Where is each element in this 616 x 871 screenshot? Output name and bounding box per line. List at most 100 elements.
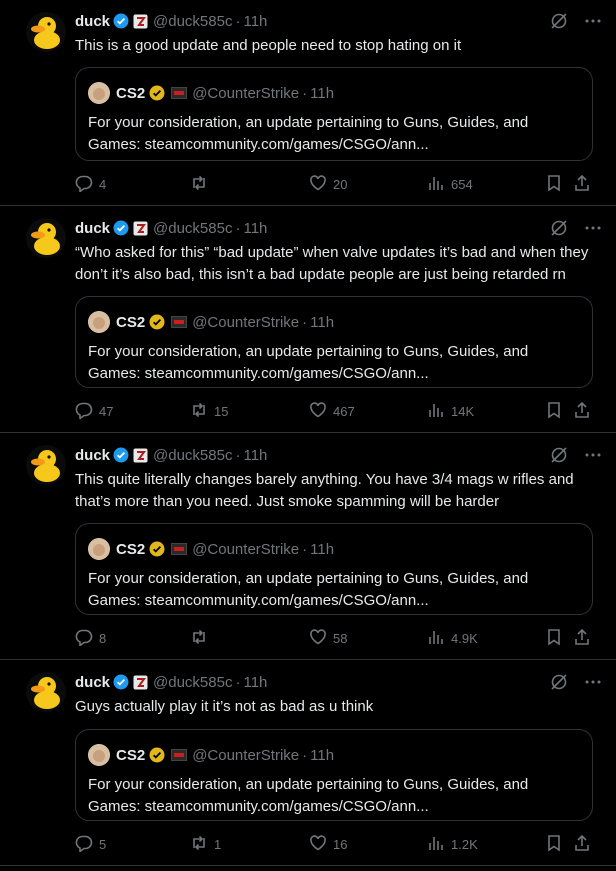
author-handle[interactable]: @duck585c <box>153 220 232 237</box>
like-count: 58 <box>333 630 348 646</box>
timestamp[interactable]: 11h <box>243 220 267 237</box>
tweet-actions: 5 1 16 1.2K <box>75 834 600 854</box>
like-count: 467 <box>333 403 355 419</box>
share-button[interactable] <box>573 628 591 649</box>
author-name[interactable]: duck <box>75 13 110 30</box>
views-icon <box>427 401 445 422</box>
author-name[interactable]: duck <box>75 674 110 691</box>
affiliate-badge-icon[interactable] <box>133 221 148 236</box>
share-button[interactable] <box>573 401 591 422</box>
avatar[interactable] <box>26 12 66 52</box>
grok-icon[interactable] <box>550 673 568 696</box>
grok-icon[interactable] <box>550 219 568 242</box>
share-button[interactable] <box>573 834 591 855</box>
separator-dot: · <box>302 313 308 331</box>
like-button[interactable]: 467 <box>309 401 355 422</box>
verified-badge-icon <box>113 674 129 690</box>
quoted-timestamp: 11h <box>310 313 335 331</box>
quoted-tweet[interactable]: CS2 @CounterStrike · 11h For your consid… <box>75 729 593 821</box>
quoted-author-name: CS2 <box>116 540 146 558</box>
bookmark-button[interactable] <box>545 834 563 855</box>
more-icon[interactable] <box>584 673 602 696</box>
quoted-tweet[interactable]: CS2 @CounterStrike · 11h For your consid… <box>75 296 593 388</box>
quoted-tweet-text: For your consideration, an update pertai… <box>88 776 529 815</box>
tweet-actions: 4 20 654 <box>75 174 600 194</box>
views-button[interactable]: 1.2K <box>427 834 478 855</box>
grok-icon[interactable] <box>550 12 568 35</box>
tweet-header: duck @duck585c · 11h <box>75 11 267 31</box>
gold-verified-badge-icon <box>149 314 165 330</box>
views-count: 654 <box>451 176 473 192</box>
quoted-timestamp: 11h <box>310 746 335 764</box>
repost-button[interactable] <box>190 628 214 649</box>
reply-icon <box>75 174 93 195</box>
share-button[interactable] <box>573 174 591 195</box>
tweet[interactable]: duck @duck585c · 11h Guys actually play … <box>0 660 616 866</box>
quoted-avatar <box>88 311 110 333</box>
like-icon <box>309 401 327 422</box>
quoted-tweet[interactable]: CS2 @CounterStrike · 11h For your consid… <box>75 523 593 615</box>
bookmark-button[interactable] <box>545 174 563 195</box>
reply-count: 8 <box>99 630 107 646</box>
affiliate-badge-icon[interactable] <box>133 675 148 690</box>
bookmark-button[interactable] <box>545 401 563 422</box>
like-button[interactable]: 58 <box>309 628 347 649</box>
reply-icon <box>75 401 93 422</box>
author-handle[interactable]: @duck585c <box>153 13 232 30</box>
author-name[interactable]: duck <box>75 220 110 237</box>
affiliate-badge-icon[interactable] <box>133 14 148 29</box>
views-button[interactable]: 14K <box>427 401 474 422</box>
like-button[interactable]: 20 <box>309 174 347 195</box>
timestamp[interactable]: 11h <box>243 13 267 30</box>
quoted-tweet-header: CS2 @CounterStrike · 11h <box>88 311 334 333</box>
separator-dot: · <box>235 219 241 237</box>
views-count: 14K <box>451 403 475 419</box>
avatar[interactable] <box>26 218 66 258</box>
reply-button[interactable]: 8 <box>75 628 106 649</box>
tweet-text: “Who asked for this” “bad update” when v… <box>75 244 589 283</box>
quoted-tweet[interactable]: CS2 @CounterStrike · 11h For your consid… <box>75 67 593 161</box>
more-icon[interactable] <box>584 219 602 242</box>
affiliate-badge-icon <box>171 316 188 328</box>
affiliate-badge-icon <box>171 87 188 99</box>
more-icon[interactable] <box>584 446 602 469</box>
quoted-tweet-header: CS2 @CounterStrike · 11h <box>88 538 334 560</box>
like-button[interactable]: 16 <box>309 834 347 855</box>
author-handle[interactable]: @duck585c <box>153 674 232 691</box>
avatar[interactable] <box>26 672 66 712</box>
repost-button[interactable]: 1 <box>190 834 221 855</box>
reply-button[interactable]: 47 <box>75 401 113 422</box>
tweet[interactable]: duck @duck585c · 11h This quite literall… <box>0 433 616 660</box>
grok-icon[interactable] <box>550 446 568 469</box>
views-button[interactable]: 654 <box>427 174 473 195</box>
like-icon <box>309 628 327 649</box>
separator-dot: · <box>302 746 308 764</box>
tweet[interactable]: duck @duck585c · 11h This is a good upda… <box>0 0 616 206</box>
views-count: 1.2K <box>451 836 478 852</box>
author-name[interactable]: duck <box>75 447 110 464</box>
timestamp[interactable]: 11h <box>243 447 267 464</box>
tweet-header: duck @duck585c · 11h <box>75 672 267 692</box>
bookmark-button[interactable] <box>545 628 563 649</box>
timestamp[interactable]: 11h <box>243 674 267 691</box>
verified-badge-icon <box>113 13 129 29</box>
repost-button[interactable] <box>190 174 214 195</box>
separator-dot: · <box>302 84 308 102</box>
avatar[interactable] <box>26 445 66 485</box>
quoted-author-handle: @CounterStrike <box>192 746 300 764</box>
reply-button[interactable]: 4 <box>75 174 106 195</box>
reply-button[interactable]: 5 <box>75 834 106 855</box>
repost-count: 1 <box>214 836 222 852</box>
more-icon[interactable] <box>584 12 602 35</box>
share-icon <box>573 174 591 195</box>
tweet[interactable]: duck @duck585c · 11h “Who asked for this… <box>0 206 616 433</box>
quoted-avatar <box>88 82 110 104</box>
affiliate-badge-icon[interactable] <box>133 448 148 463</box>
gold-verified-badge-icon <box>149 747 165 763</box>
views-button[interactable]: 4.9K <box>427 628 478 649</box>
quoted-avatar <box>88 744 110 766</box>
repost-button[interactable]: 15 <box>190 401 228 422</box>
affiliate-badge-icon <box>171 749 188 761</box>
bookmark-icon <box>545 628 563 649</box>
author-handle[interactable]: @duck585c <box>153 447 232 464</box>
